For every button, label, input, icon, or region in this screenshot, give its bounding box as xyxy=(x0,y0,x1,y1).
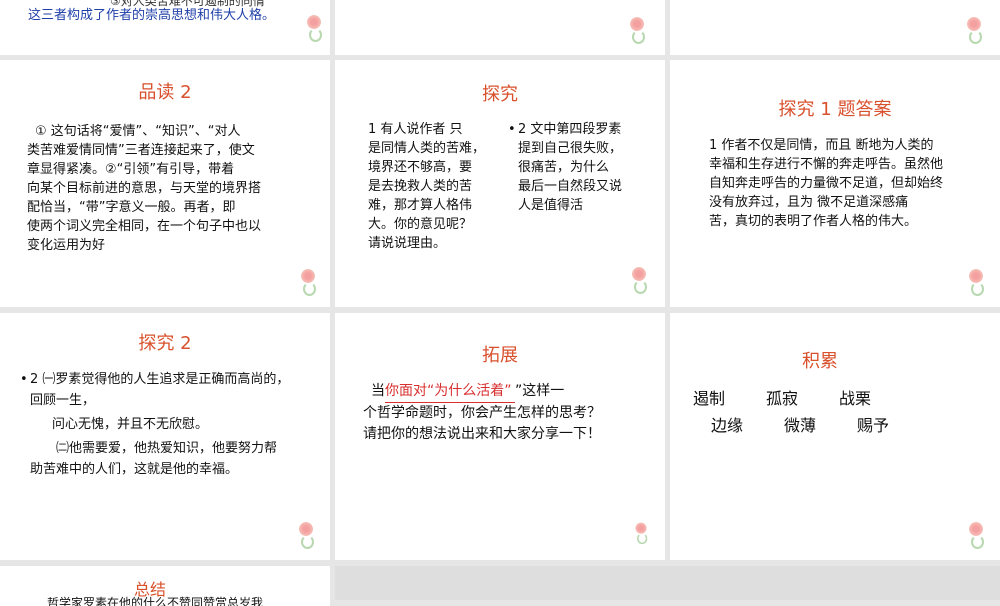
line: 幸福和生存进行不懈的奔走呼告。虽然他 xyxy=(709,157,944,172)
line: 个哲学命题时，你会产生怎样的思考？ xyxy=(363,405,601,421)
line: 变化运用为好 xyxy=(27,238,106,253)
slide-body: ① 这句话将“爱情”、“知识”、“对人 类苦难爱情同情”三者连接起来了，使文 章… xyxy=(27,122,261,255)
line: 人是值得活 xyxy=(518,198,584,213)
slide-tanjiu[interactable]: 探究 1 有人说作者 只 是同情人类的苦难， 境界还不够高，要 是去挽救人类的苦… xyxy=(335,60,665,307)
line: 配恰当，“带”字意义一般。再者，即 xyxy=(27,200,236,215)
slide-title: 探究 xyxy=(482,84,518,105)
line: 最后一自然段又说 xyxy=(518,179,623,194)
flower-icon xyxy=(968,269,984,296)
line: 类苦难爱情同情”三者连接起来了，使文 xyxy=(27,143,255,158)
prefix: 当 xyxy=(371,383,385,399)
line: ㈡他需要爱，他热爱知识，他要努力帮 xyxy=(56,441,278,456)
line: 很痛苦，为什么 xyxy=(518,160,610,175)
slide-text: 这三者构成了作者的崇高思想和伟大人格。 xyxy=(28,8,276,23)
line: ① 这句话将“爱情”、“知识”、“对人 xyxy=(35,124,241,139)
line: 大。你的意见呢？ xyxy=(368,217,473,232)
line: 提到自己很失败， xyxy=(518,141,623,156)
slide-zongjie[interactable]: 总结 哲学家罗素在他的什么不赞同赞赏总岁我 xyxy=(0,566,330,606)
flower-icon xyxy=(631,267,647,294)
word-row-1: 遏制 孤寂 战栗 xyxy=(693,389,871,408)
line: 当你面对“为什么活着” ”这样一 xyxy=(363,381,601,403)
word: 赐予 xyxy=(857,416,890,435)
line: 章显得紧凑。②“引领”有引导，带着 xyxy=(27,162,235,177)
slide-title: 拓展 xyxy=(482,345,518,366)
word: 微薄 xyxy=(784,416,817,435)
slide-body: 1 作者不仅是同情，而且 断地为人类的 幸福和生存进行不懈的奔走呼告。虽然他 自… xyxy=(709,136,943,231)
empty-area xyxy=(335,566,1000,600)
word: 遏制 xyxy=(693,389,726,408)
word: 孤寂 xyxy=(766,389,799,408)
slide-1[interactable]: ③对人类苦难不可遏制的同情 这三者构成了作者的崇高思想和伟大人格。 xyxy=(0,0,330,55)
flower-icon xyxy=(966,17,982,44)
line: 2 文中第四段罗素 xyxy=(518,122,622,137)
line: 苦，真切的表明了作者人格的伟大。 xyxy=(709,214,918,229)
line: 没有放弃过，且为 微不足道深感痛 xyxy=(709,195,909,210)
line: 是同情人类的苦难， xyxy=(368,141,486,156)
slide-2[interactable] xyxy=(335,0,665,55)
line: 请把你的想法说出来和大家分享一下！ xyxy=(363,426,601,442)
flower-icon xyxy=(635,522,648,545)
slide-tuozhan[interactable]: 拓展 当你面对“为什么活着” ”这样一 个哲学命题时，你会产生怎样的思考？ 请把你… xyxy=(335,313,665,560)
suffix: ”这样一 xyxy=(515,383,565,399)
flower-icon xyxy=(306,15,322,42)
line: 境界还不够高，要 xyxy=(368,160,473,175)
line: 请说说理由。 xyxy=(368,236,447,251)
line: 自知奔走呼告的力量微不足道，但却始终 xyxy=(709,176,944,191)
slide-tanjiu-1-answer[interactable]: 探究 1 题答案 1 作者不仅是同情，而且 断地为人类的 幸福和生存进行不懈的奔… xyxy=(670,60,1000,307)
line: 难，那才算人格伟 xyxy=(368,198,473,213)
slide-col1: 1 有人说作者 只 是同情人类的苦难， 境界还不够高，要 是去挽救人类的苦 难，… xyxy=(368,120,498,253)
line: 问心无愧，并且不无欣慰。 xyxy=(52,417,209,432)
slide-title: 积累 xyxy=(802,351,838,372)
line: 1 作者不仅是同情，而且 断地为人类的 xyxy=(709,138,934,153)
line: 回顾一生， xyxy=(30,393,96,408)
line: 向某个目标前进的意思，与天堂的境界搭 xyxy=(27,181,262,196)
slide-jilei[interactable]: 积累 遏制 孤寂 战栗 边缘 微薄 赐予 xyxy=(670,313,1000,560)
flower-icon xyxy=(629,17,645,44)
slide-title: 探究 2 xyxy=(138,333,192,354)
slide-partial-line: 哲学家罗素在他的什么不赞同赞赏总岁我 xyxy=(47,596,264,606)
flower-icon xyxy=(300,269,316,296)
word: 边缘 xyxy=(711,416,744,435)
slide-tanjiu-2[interactable]: 探究 2 2 ㈠罗素觉得他的人生追求是正确而高尚的， 回顾一生， 问心无愧，并且… xyxy=(0,313,330,560)
slide-title: 探究 1 题答案 xyxy=(778,99,892,120)
slide-body: 2 ㈠罗素觉得他的人生追求是正确而高尚的， 回顾一生， 问心无愧，并且不无欣慰。… xyxy=(20,369,289,480)
red-blank-text: 你面对“为什么活着” xyxy=(385,381,515,403)
slide-col2: 2 文中第四段罗素 提到自己很失败， 很痛苦，为什么 最后一自然段又说 人是值得… xyxy=(508,120,648,215)
flower-icon xyxy=(968,522,984,549)
word: 战栗 xyxy=(839,389,872,408)
slide-3[interactable] xyxy=(670,0,1000,55)
word-row-2: 边缘 微薄 赐予 xyxy=(711,416,889,435)
line: 是去挽救人类的苦 xyxy=(368,179,473,194)
flower-icon xyxy=(298,522,314,549)
slide-body: 当你面对“为什么活着” ”这样一 个哲学命题时，你会产生怎样的思考？ 请把你的想法… xyxy=(363,381,601,445)
line: 2 ㈠罗素觉得他的人生追求是正确而高尚的， xyxy=(20,369,289,390)
line: 使两个词义完全相同，在一个句子中也以 xyxy=(27,219,262,234)
slide-title: 品读 2 xyxy=(138,82,192,103)
slide-pindu-2[interactable]: 品读 2 ① 这句话将“爱情”、“知识”、“对人 类苦难爱情同情”三者连接起来了… xyxy=(0,60,330,307)
line: 助苦难中的人们，这就是他的幸福。 xyxy=(30,462,239,477)
line: 1 有人说作者 只 xyxy=(368,122,463,137)
